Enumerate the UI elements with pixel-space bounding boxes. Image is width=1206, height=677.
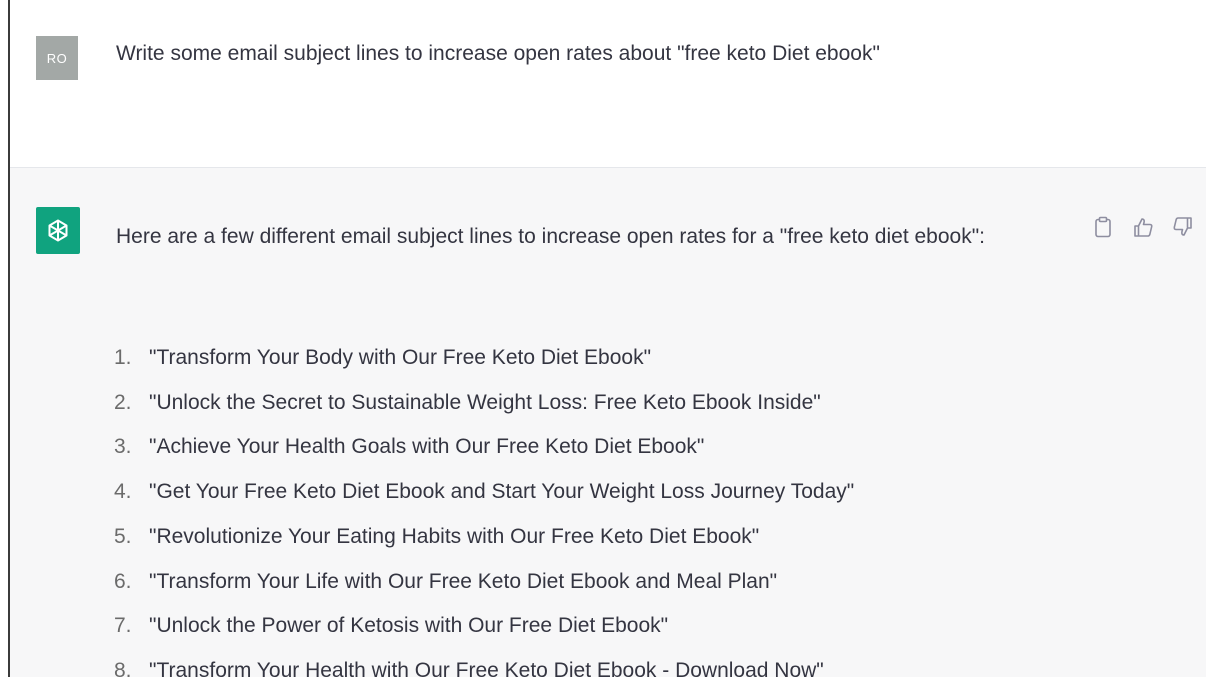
thumbs-down-button[interactable]: [1170, 214, 1196, 240]
list-item-number: 7.: [114, 614, 132, 638]
user-avatar-initials: RO: [46, 50, 68, 66]
list-item-text: "Achieve Your Health Goals with Our Free…: [149, 435, 705, 459]
list-item-text: "Revolutionize Your Eating Habits with O…: [149, 524, 760, 548]
user-message-row: RO Write some email subject lines to inc…: [10, 0, 1206, 168]
list-item: 7. "Unlock the Power of Ketosis with Our …: [114, 604, 854, 649]
clipboard-icon: [1095, 216, 1111, 238]
list-item-text: "Get Your Free Keto Diet Ebook and Start…: [149, 480, 855, 504]
assistant-message-row: Here are a few different email subject l…: [10, 168, 1206, 677]
list-item: 3. "Achieve Your Health Goals with Our Fr…: [114, 425, 854, 470]
list-item-number: 6.: [114, 569, 132, 593]
user-message-text: Write some email subject lines to increa…: [116, 42, 880, 65]
list-item-number: 1.: [114, 346, 132, 369]
user-avatar: RO: [36, 36, 78, 80]
list-item: 4. "Get Your Free Keto Diet Ebook and Sta…: [114, 470, 854, 515]
list-item-number: 3.: [114, 435, 132, 459]
list-item-number: 4.: [114, 480, 132, 504]
list-item: 1. "Transform Your Body with Our Free Ket…: [114, 336, 854, 381]
list-item-number: 8.: [114, 658, 132, 677]
list-item-number: 5.: [114, 524, 132, 548]
list-item-text: "Unlock the Power of Ketosis with Our Fr…: [149, 614, 669, 638]
openai-logo-icon: [48, 219, 68, 241]
assistant-avatar: [36, 207, 80, 254]
assistant-intro-text: Here are a few different email subject l…: [116, 225, 985, 248]
list-item-text: "Transform Your Health with Our Free Ket…: [149, 658, 824, 677]
copy-button[interactable]: [1090, 214, 1116, 240]
chat-page: RO Write some email subject lines to inc…: [0, 0, 1206, 677]
list-item-text: "Transform Your Life with Our Free Keto …: [149, 569, 778, 593]
list-item: 8. "Transform Your Health with Our Free K…: [114, 649, 854, 677]
list-item: 5. "Revolutionize Your Eating Habits with…: [114, 515, 854, 560]
list-item-text: "Transform Your Body with Our Free Keto …: [149, 346, 652, 369]
thumbs-up-button[interactable]: [1130, 214, 1156, 240]
message-actions: [1090, 214, 1196, 240]
thumbs-down-icon: [1173, 217, 1192, 236]
list-item-number: 2.: [114, 390, 132, 414]
list-item: 2. "Unlock the Secret to Sustainable Weig…: [114, 381, 854, 426]
thumbs-up-icon: [1134, 218, 1153, 237]
list-item: 6. "Transform Your Life with Our Free Ket…: [114, 560, 854, 605]
list-item-text: "Unlock the Secret to Sustainable Weight…: [149, 390, 821, 414]
subject-lines-list: 1. "Transform Your Body with Our Free Ket…: [114, 336, 854, 677]
